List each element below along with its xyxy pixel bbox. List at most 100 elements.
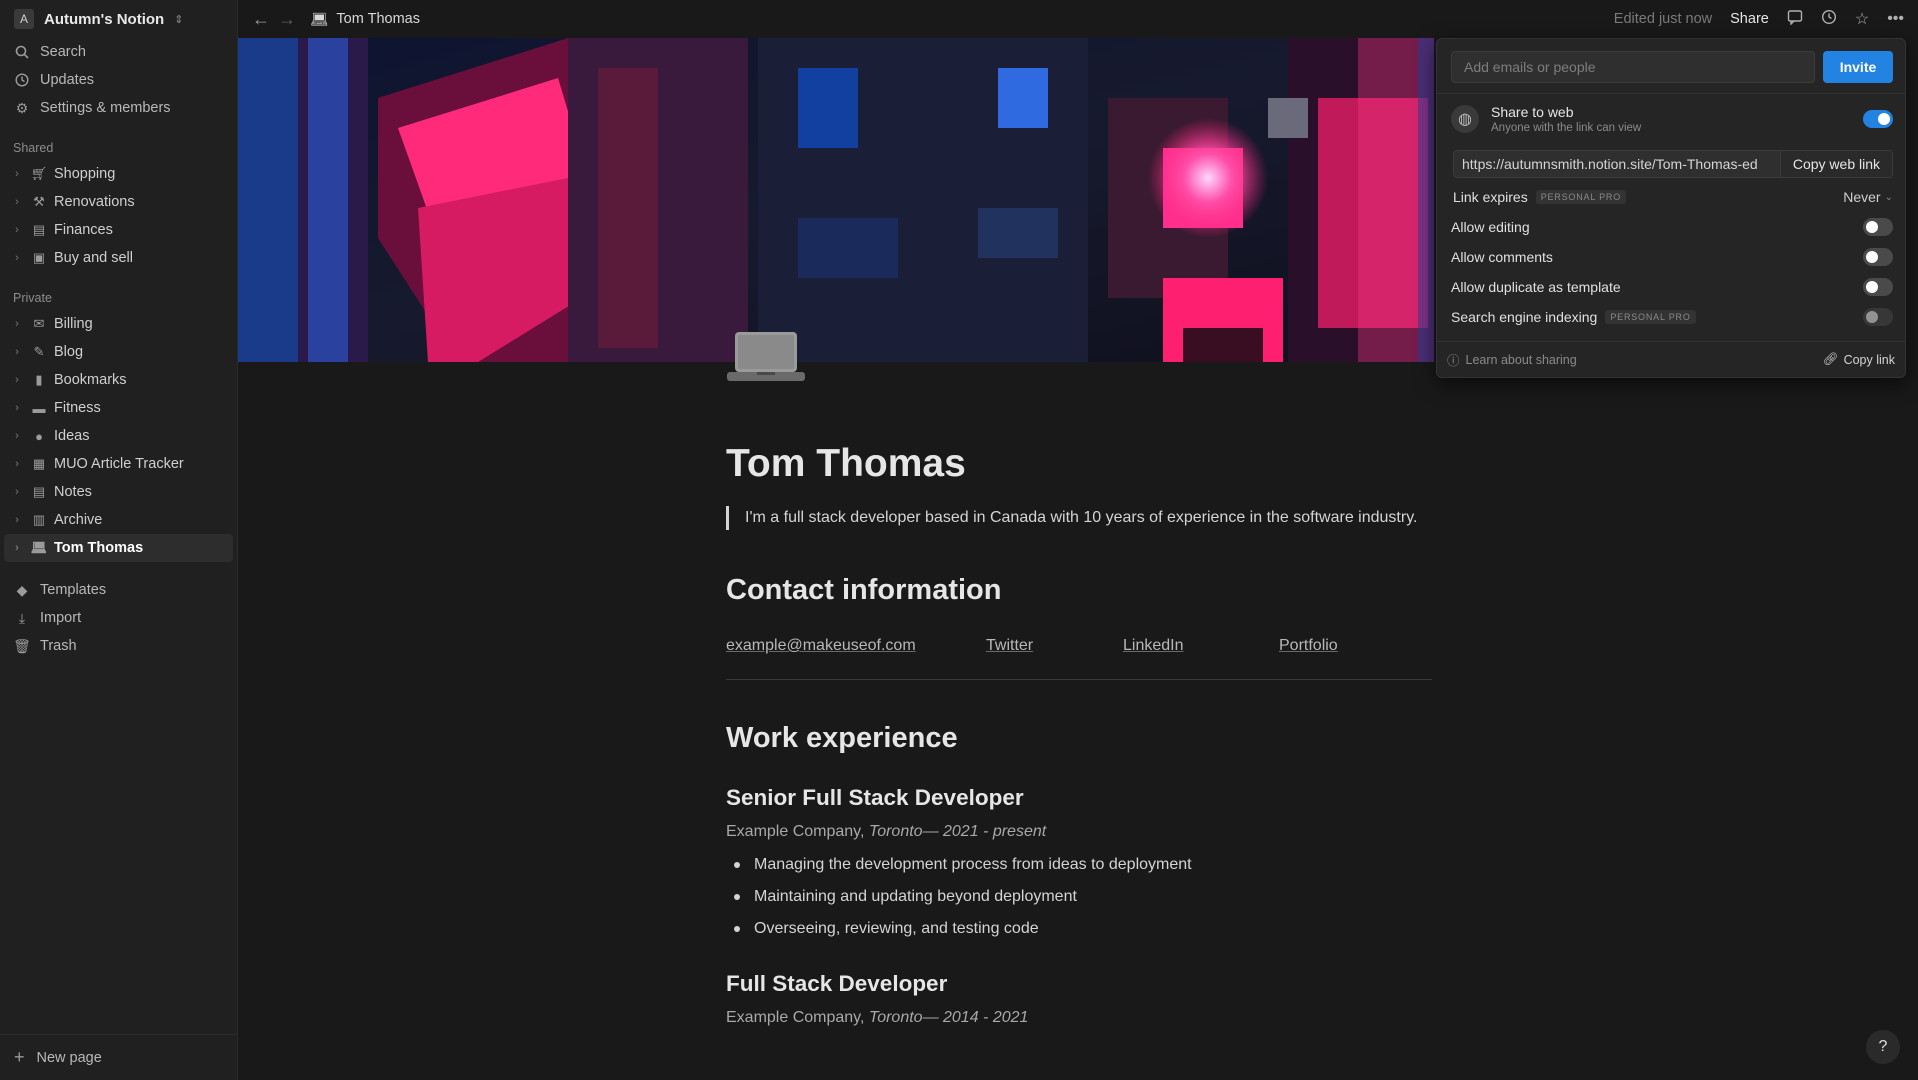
search-indexing-toggle[interactable] [1863,308,1893,326]
sidebar-item-blog[interactable]: › ✎ Blog [0,338,237,366]
help-button[interactable]: ? [1866,1030,1900,1064]
chevron-right-icon[interactable]: › [10,514,24,526]
sidebar-item-ideas[interactable]: › ● Ideas [0,422,237,450]
sidebar-search[interactable]: Search [0,38,237,66]
chevron-right-icon[interactable]: › [10,402,24,414]
chevron-right-icon[interactable]: › [10,486,24,498]
shoe-icon: ▬ [32,400,46,416]
sidebar-item-muo-article-tracker[interactable]: › ▦ MUO Article Tracker [0,450,237,478]
plus-icon: + [14,1047,25,1067]
list-item[interactable]: Maintaining and updating beyond deployme… [726,881,1432,913]
share-button[interactable]: Share [1730,11,1769,27]
web-link-url[interactable]: https://autumnsmith.notion.site/Tom-Thom… [1454,156,1780,172]
laptop-icon: 💻︎ [310,11,329,28]
sidebar-templates-label: Templates [40,582,107,598]
allow-editing-row: Allow editing [1437,212,1905,242]
list-item[interactable]: Overseeing, reviewing, and testing code [726,913,1432,945]
twitter-link[interactable]: Twitter [986,637,1123,655]
chevron-right-icon[interactable]: › [10,224,24,236]
chevron-right-icon[interactable]: › [10,542,24,554]
learn-sharing-link[interactable]: Learn about sharing [1466,353,1577,367]
section-shared-title: Shared [13,141,54,155]
sidebar-trash[interactable]: 🗑︎ Trash [0,632,237,660]
section-private-title: Private [13,291,52,305]
laptop-icon[interactable] [727,330,805,386]
lightbulb-icon: ● [35,428,43,444]
web-link-field: https://autumnsmith.notion.site/Tom-Thom… [1453,150,1893,178]
sidebar-item-label: Fitness [54,400,101,416]
chevron-right-icon[interactable]: › [10,196,24,208]
invite-button[interactable]: Invite [1823,51,1893,83]
chevron-down-icon: ⌄ [1884,191,1893,203]
more-dots-icon[interactable]: ••• [1887,10,1904,28]
sidebar-search-label: Search [40,44,86,60]
chevron-right-icon[interactable]: › [10,374,24,386]
allow-comments-toggle[interactable] [1863,248,1893,266]
sidebar-item-fitness[interactable]: › ▬ Fitness [0,394,237,422]
share-to-web-title: Share to web [1491,104,1574,120]
forward-arrow-icon[interactable]: → [278,9,296,30]
sidebar-item-finances[interactable]: › ▤ Finances [0,216,237,244]
sidebar-item-bookmarks[interactable]: › ▮ Bookmarks [0,366,237,394]
list-item-text: Maintaining and updating beyond deployme… [754,888,1077,905]
sidebar-item-tom-thomas[interactable]: › 💻︎ Tom Thomas [4,534,233,562]
job-meta[interactable]: Example Company, Toronto— 2014 - 2021 [726,1009,1432,1027]
job-title[interactable]: Full Stack Developer [726,971,1432,997]
allow-comments-row: Allow comments [1437,242,1905,272]
sidebar-item-billing[interactable]: › ✉ Billing [0,310,237,338]
search-indexing-label: Search engine indexing [1451,309,1598,325]
sidebar-templates[interactable]: ◆ Templates [0,576,237,604]
invite-email-input[interactable]: Add emails or people [1451,51,1815,83]
allow-duplicate-toggle[interactable] [1863,278,1893,296]
history-clock-icon[interactable] [1821,9,1837,30]
sidebar-item-shopping[interactable]: › 🛒︎ Shopping [0,160,237,188]
sidebar-import[interactable]: ⤓ Import [0,604,237,632]
copy-link-button[interactable]: 🔗︎ Copy link [1823,352,1895,367]
contact-heading[interactable]: Contact information [726,574,1432,607]
list-item[interactable]: Managing the development process from id… [726,849,1432,881]
linkedin-link[interactable]: LinkedIn [1123,637,1279,655]
comment-icon[interactable] [1787,9,1803,30]
sidebar-item-notes[interactable]: › ▤ Notes [0,478,237,506]
hammer-icon: ⚒ [33,194,45,209]
intro-quote[interactable]: I'm a full stack developer based in Cana… [726,506,1432,530]
link-icon: 🔗︎ [1822,352,1839,366]
list-item-text: Overseeing, reviewing, and testing code [754,920,1039,937]
allow-duplicate-row: Allow duplicate as template [1437,272,1905,302]
globe-icon: ◍ [1451,105,1479,133]
job-title[interactable]: Senior Full Stack Developer [726,785,1432,811]
chevron-right-icon[interactable]: › [10,318,24,330]
gear-icon: ⚙ [15,99,29,116]
sidebar-trash-label: Trash [40,638,77,654]
portfolio-link[interactable]: Portfolio [1279,637,1338,655]
sidebar-updates[interactable]: Updates [0,66,237,94]
chevron-right-icon[interactable]: › [10,252,24,264]
sidebar-item-buy-and-sell[interactable]: › ▣ Buy and sell [0,244,237,272]
sidebar-item-renovations[interactable]: › ⚒ Renovations [0,188,237,216]
chevron-right-icon[interactable]: › [10,430,24,442]
share-to-web-toggle[interactable] [1863,110,1893,128]
back-arrow-icon[interactable]: ← [252,9,270,30]
email-link[interactable]: example@makeuseof.com [726,637,986,655]
sidebar-settings[interactable]: ⚙ Settings & members [0,94,237,122]
allow-editing-toggle[interactable] [1863,218,1893,236]
sidebar-item-archive[interactable]: › ▥ Archive [0,506,237,534]
job-meta[interactable]: Example Company, Toronto— 2021 - present [726,823,1432,841]
chevron-right-icon[interactable]: › [10,458,24,470]
job-company: Example Company, [726,1009,865,1026]
workspace-switcher[interactable]: A Autumn's Notion ⇕ [0,0,237,38]
star-icon[interactable]: ☆ [1855,9,1869,29]
work-heading[interactable]: Work experience [726,722,1432,755]
chevron-right-icon[interactable]: › [10,168,24,180]
page-title[interactable]: Tom Thomas [726,430,1432,498]
new-page-button[interactable]: + New page [0,1034,238,1080]
chevron-right-icon[interactable]: › [10,346,24,358]
breadcrumb[interactable]: 💻︎ Tom Thomas [310,11,420,28]
copy-web-link-button[interactable]: Copy web link [1779,151,1892,177]
cover-image[interactable] [238,38,1434,362]
pencil-icon: ✎ [33,344,45,359]
laptop-icon: 💻︎ [30,540,48,555]
chevron-up-down-icon: ⇕ [174,13,184,26]
link-expires-select[interactable]: Never ⌄ [1843,189,1893,205]
job-detail: Toronto— 2021 - present [868,823,1047,840]
